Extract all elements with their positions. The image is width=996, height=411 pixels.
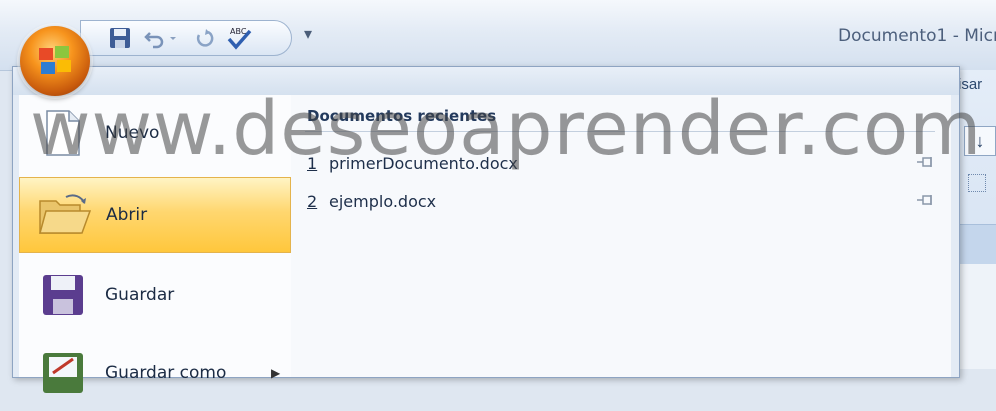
borders-icon[interactable] bbox=[968, 174, 986, 192]
save-floppy-icon bbox=[31, 267, 95, 323]
ribbon-partial: isar ↓ bbox=[958, 70, 996, 369]
title-bar: ABC ▾ Documento1 - Micr bbox=[0, 0, 996, 71]
recent-documents-heading: Documentos recientes bbox=[307, 107, 497, 125]
open-folder-icon bbox=[32, 187, 96, 243]
menu-item-label: Nuevo bbox=[105, 123, 160, 143]
recent-document-item[interactable]: 1 primerDocumento.docx bbox=[307, 149, 937, 177]
menu-item-label: Guardar como bbox=[105, 363, 227, 383]
recent-item-number: 2 bbox=[307, 191, 318, 211]
spelling-check-icon[interactable]: ABC bbox=[223, 25, 255, 51]
ribbon-group-band bbox=[958, 224, 996, 266]
recent-document-item[interactable]: 2 ejemplo.docx bbox=[307, 187, 937, 215]
office-menu-top-strip bbox=[13, 67, 959, 95]
customize-qat-icon[interactable]: ▾ bbox=[304, 24, 312, 44]
redo-icon[interactable] bbox=[191, 25, 217, 51]
recent-item-name: ejemplo.docx bbox=[329, 191, 437, 211]
menu-item-open[interactable]: Abrir bbox=[19, 177, 291, 253]
divider bbox=[305, 131, 935, 132]
document-area bbox=[958, 264, 996, 369]
sort-arrow-icon: ↓ bbox=[975, 130, 985, 151]
office-logo-icon bbox=[39, 46, 71, 74]
pin-icon[interactable] bbox=[915, 192, 935, 211]
save-as-icon bbox=[31, 345, 95, 401]
undo-dropdown-icon[interactable] bbox=[167, 25, 179, 51]
office-button[interactable] bbox=[20, 26, 90, 96]
menu-item-new[interactable]: Nuevo bbox=[19, 95, 291, 171]
ribbon-tab-fragment[interactable]: isar bbox=[958, 76, 982, 93]
quick-access-toolbar: ABC bbox=[80, 20, 292, 56]
menu-item-save[interactable]: Guardar bbox=[19, 257, 291, 333]
menu-item-label: Abrir bbox=[106, 205, 148, 225]
submenu-arrow-icon: ▶ bbox=[271, 366, 281, 380]
svg-text:ABC: ABC bbox=[230, 27, 247, 36]
office-menu: Nuevo Abrir Guardar Guardar como ▶ Docum… bbox=[12, 66, 960, 393]
window-title: Documento1 - Micr bbox=[838, 26, 996, 46]
menu-item-label: Guardar bbox=[105, 285, 175, 305]
menu-item-save-as[interactable]: Guardar como ▶ bbox=[19, 335, 291, 411]
undo-icon[interactable] bbox=[141, 25, 167, 51]
save-icon[interactable] bbox=[107, 25, 133, 51]
recent-item-name: primerDocumento.docx bbox=[329, 153, 518, 173]
recent-item-number: 1 bbox=[307, 153, 318, 173]
sort-button[interactable]: ↓ bbox=[964, 126, 996, 156]
recent-documents-panel: Documentos recientes 1 primerDocumento.d… bbox=[291, 95, 951, 377]
command-list: Nuevo Abrir Guardar Guardar como ▶ bbox=[19, 95, 292, 393]
pin-icon[interactable] bbox=[915, 154, 935, 173]
new-document-icon bbox=[31, 105, 95, 161]
